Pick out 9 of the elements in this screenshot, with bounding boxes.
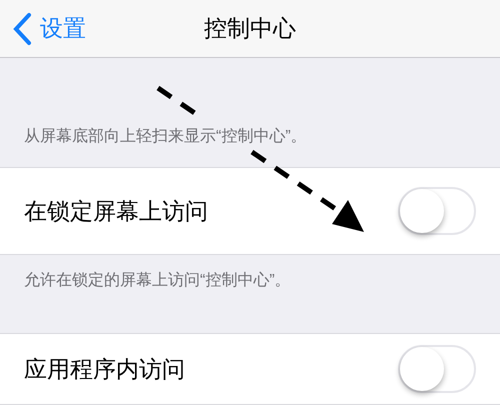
setting-label: 在锁定屏幕上访问 xyxy=(24,196,208,226)
toggle-switch[interactable] xyxy=(398,345,476,393)
page-title: 控制中心 xyxy=(204,14,296,44)
setting-label: 应用程序内访问 xyxy=(24,354,185,384)
back-button[interactable]: 设置 xyxy=(0,11,86,46)
toggle-switch[interactable] xyxy=(398,187,476,235)
section-note: 从屏幕底部向上轻扫来显示“控制中心”。 xyxy=(23,126,308,147)
back-chevron-icon xyxy=(12,12,32,46)
setting-note: 允许在锁定的屏幕上访问“控制中心”。 xyxy=(23,270,292,291)
